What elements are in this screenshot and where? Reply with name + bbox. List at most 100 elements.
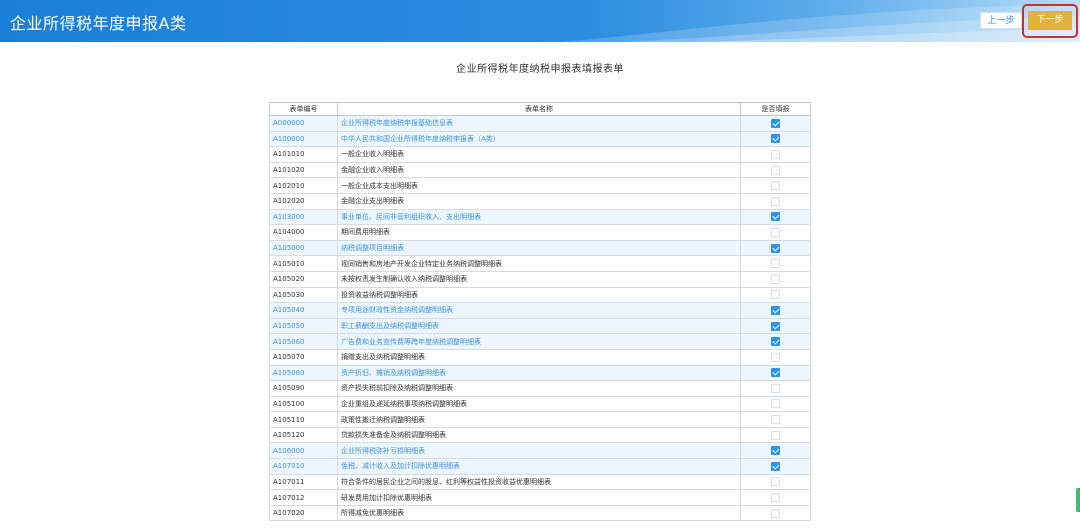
fill-checkbox[interactable] xyxy=(771,508,780,518)
table-row[interactable]: A107011 符合条件的居民企业之间的股息、红利等权益性投资收益优惠明细表 xyxy=(269,473,811,491)
fill-checkbox-cell[interactable] xyxy=(740,380,811,397)
table-row[interactable]: A103000 事业单位、民间非营利组织收入、支出明细表 xyxy=(269,208,811,226)
fill-checkbox-cell[interactable] xyxy=(740,161,811,179)
fill-checkbox[interactable] xyxy=(771,477,780,487)
form-name[interactable]: 所得减免优惠明细表 xyxy=(337,504,741,522)
form-name[interactable]: 一般企业成本支出明细表 xyxy=(337,177,741,194)
fill-checkbox-cell[interactable] xyxy=(740,286,811,304)
form-name[interactable]: 捐赠支出及纳税调整明细表 xyxy=(337,348,741,366)
fill-checkbox-cell[interactable] xyxy=(740,395,811,413)
fill-checkbox[interactable] xyxy=(771,165,780,175)
fill-checkbox[interactable] xyxy=(771,259,780,269)
form-name[interactable]: 事业单位、民间非营利组织收入、支出明细表 xyxy=(337,208,741,226)
fill-checkbox[interactable] xyxy=(771,243,780,253)
fill-checkbox-cell[interactable] xyxy=(740,364,811,382)
table-row[interactable]: A105060 广告费和业务宣传费等跨年度纳税调整明细表 xyxy=(269,333,811,350)
fill-checkbox[interactable] xyxy=(771,149,780,159)
fill-checkbox-cell[interactable] xyxy=(740,130,811,148)
fill-checkbox[interactable] xyxy=(771,305,780,315)
table-row[interactable]: A105000 纳税调整项目明细表 xyxy=(269,239,811,257)
next-step-button[interactable]: 下一步 xyxy=(1028,11,1072,30)
form-name[interactable]: 职工薪酬支出及纳税调整明细表 xyxy=(337,317,741,335)
fill-checkbox-cell[interactable] xyxy=(740,442,811,460)
fill-checkbox[interactable] xyxy=(771,415,780,425)
table-row[interactable]: A104000 期间费用明细表 xyxy=(269,224,811,241)
fill-checkbox-cell[interactable] xyxy=(740,115,811,132)
form-name[interactable]: 专项用途财政性资金纳税调整明细表 xyxy=(337,302,741,319)
fill-checkbox-cell[interactable] xyxy=(740,224,811,241)
table-row[interactable]: A105010 视同销售和房地产开发企业特定业务纳税调整明细表 xyxy=(269,255,811,272)
table-row[interactable]: A102010 一般企业成本支出明细表 xyxy=(269,177,811,194)
table-row[interactable]: A101020 金融企业收入明细表 xyxy=(269,161,811,179)
fill-checkbox-cell[interactable] xyxy=(740,239,811,257)
fill-checkbox-cell[interactable] xyxy=(740,317,811,335)
fill-checkbox[interactable] xyxy=(771,134,780,144)
fill-checkbox-cell[interactable] xyxy=(740,411,811,428)
form-name[interactable]: 资产折旧、摊销及纳税调整明细表 xyxy=(337,364,741,382)
fill-checkbox-cell[interactable] xyxy=(740,504,811,522)
fill-checkbox-cell[interactable] xyxy=(740,426,811,444)
fill-checkbox-cell[interactable] xyxy=(740,302,811,319)
table-row[interactable]: A105030 投资收益纳税调整明细表 xyxy=(269,286,811,304)
table-row[interactable]: A105020 未按权责发生制确认收入纳税调整明细表 xyxy=(269,270,811,288)
table-row[interactable]: A101010 一般企业收入明细表 xyxy=(269,146,811,163)
fill-checkbox[interactable] xyxy=(771,181,780,191)
fill-checkbox[interactable] xyxy=(771,212,780,222)
table-row[interactable]: A105080 资产折旧、摊销及纳税调整明细表 xyxy=(269,364,811,382)
fill-checkbox-cell[interactable] xyxy=(740,458,811,475)
fill-checkbox-cell[interactable] xyxy=(740,177,811,194)
fill-checkbox[interactable] xyxy=(771,227,780,237)
form-name[interactable]: 期间费用明细表 xyxy=(337,224,741,241)
fill-checkbox[interactable] xyxy=(771,368,780,378)
fill-checkbox-cell[interactable] xyxy=(740,348,811,366)
fill-checkbox[interactable] xyxy=(771,383,780,393)
fill-checkbox[interactable] xyxy=(771,118,780,128)
fill-checkbox[interactable] xyxy=(771,337,780,347)
table-row[interactable]: A107010 免税、减计收入及加计扣除优惠明细表 xyxy=(269,458,811,475)
fill-checkbox[interactable] xyxy=(771,399,780,409)
form-name[interactable]: 未按权责发生制确认收入纳税调整明细表 xyxy=(337,270,741,288)
form-name[interactable]: 纳税调整项目明细表 xyxy=(337,239,741,257)
side-float-tab[interactable] xyxy=(1076,488,1080,512)
table-row[interactable]: A105110 政策性搬迁纳税调整明细表 xyxy=(269,411,811,428)
form-name[interactable]: 研发费用加计扣除优惠明细表 xyxy=(337,489,741,506)
form-name[interactable]: 投资收益纳税调整明细表 xyxy=(337,286,741,304)
table-row[interactable]: A105090 资产损失税前扣除及纳税调整明细表 xyxy=(269,380,811,397)
table-row[interactable]: A105040 专项用途财政性资金纳税调整明细表 xyxy=(269,302,811,319)
fill-checkbox[interactable] xyxy=(771,446,780,456)
table-row[interactable]: A106000 企业所得税弥补亏损明细表 xyxy=(269,442,811,460)
fill-checkbox-cell[interactable] xyxy=(740,333,811,350)
table-row[interactable]: A105050 职工薪酬支出及纳税调整明细表 xyxy=(269,317,811,335)
table-row[interactable]: A105070 捐赠支出及纳税调整明细表 xyxy=(269,348,811,366)
form-name[interactable]: 一般企业收入明细表 xyxy=(337,146,741,163)
fill-checkbox[interactable] xyxy=(771,430,780,440)
form-name[interactable]: 金融企业支出明细表 xyxy=(337,192,741,210)
fill-checkbox-cell[interactable] xyxy=(740,255,811,272)
table-row[interactable]: A000000 企业所得税年度纳税申报基础信息表 xyxy=(269,115,811,132)
fill-checkbox[interactable] xyxy=(771,274,780,284)
table-row[interactable]: A105120 贷款损失准备金及纳税调整明细表 xyxy=(269,426,811,444)
table-row[interactable]: A107012 研发费用加计扣除优惠明细表 xyxy=(269,489,811,506)
fill-checkbox-cell[interactable] xyxy=(740,489,811,506)
table-row[interactable]: A102020 金融企业支出明细表 xyxy=(269,192,811,210)
form-name[interactable]: 符合条件的居民企业之间的股息、红利等权益性投资收益优惠明细表 xyxy=(337,473,741,491)
form-name[interactable]: 企业重组及递延纳税事项纳税调整明细表 xyxy=(337,395,741,413)
form-name[interactable]: 免税、减计收入及加计扣除优惠明细表 xyxy=(337,458,741,475)
form-name[interactable]: 金融企业收入明细表 xyxy=(337,161,741,179)
form-name[interactable]: 中华人民共和国企业所得税年度纳税申报表（A类） xyxy=(337,130,741,148)
fill-checkbox[interactable] xyxy=(771,196,780,206)
table-row[interactable]: A105100 企业重组及递延纳税事项纳税调整明细表 xyxy=(269,395,811,413)
fill-checkbox[interactable] xyxy=(771,493,780,503)
fill-checkbox-cell[interactable] xyxy=(740,208,811,226)
form-name[interactable]: 资产损失税前扣除及纳税调整明细表 xyxy=(337,380,741,397)
table-row[interactable]: A107020 所得减免优惠明细表 xyxy=(269,504,811,522)
fill-checkbox-cell[interactable] xyxy=(740,146,811,163)
form-name[interactable]: 政策性搬迁纳税调整明细表 xyxy=(337,411,741,428)
fill-checkbox-cell[interactable] xyxy=(740,473,811,491)
form-name[interactable]: 企业所得税弥补亏损明细表 xyxy=(337,442,741,460)
form-name[interactable]: 广告费和业务宣传费等跨年度纳税调整明细表 xyxy=(337,333,741,350)
table-row[interactable]: A100000 中华人民共和国企业所得税年度纳税申报表（A类） xyxy=(269,130,811,148)
fill-checkbox-cell[interactable] xyxy=(740,270,811,288)
form-name[interactable]: 企业所得税年度纳税申报基础信息表 xyxy=(337,115,741,132)
fill-checkbox[interactable] xyxy=(771,321,780,331)
